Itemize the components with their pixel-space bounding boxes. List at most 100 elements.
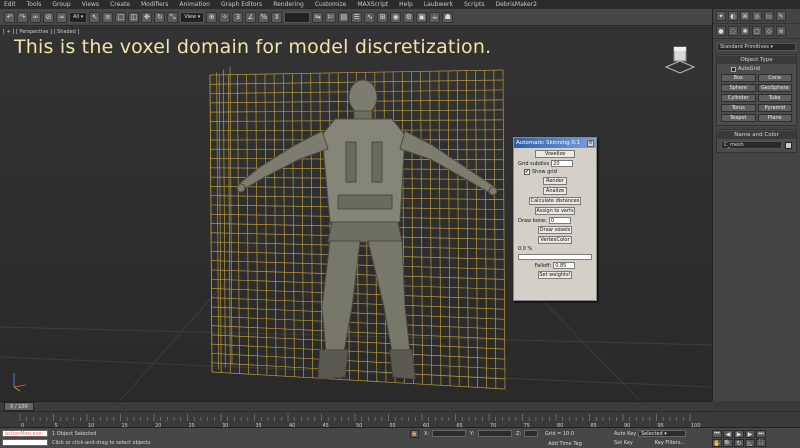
modify-tab[interactable]: ◐ xyxy=(728,11,738,21)
dialog-titlebar[interactable]: Automatic Skinning 0.1 × xyxy=(514,138,596,148)
named-set-dropdown[interactable] xyxy=(284,11,311,23)
menu-item-tools[interactable]: Tools xyxy=(27,1,42,8)
select-name-icon[interactable]: ≡ xyxy=(102,11,114,23)
cameras-icon[interactable]: ▢ xyxy=(752,26,762,36)
render-setup-icon[interactable]: ⚙ xyxy=(403,11,415,23)
create-tab[interactable]: ✦ xyxy=(716,11,726,21)
maxscript-listener-field[interactable]: actionMan.exe xyxy=(2,430,48,437)
schematic-icon[interactable]: ⊞ xyxy=(377,11,389,23)
spinner-snap-icon[interactable]: ⇕ xyxy=(271,11,283,23)
vertex-color-button[interactable]: VertexColor xyxy=(538,236,572,244)
maximize-viewport-icon[interactable]: ⛶ xyxy=(756,439,766,447)
menu-item-laubwerk[interactable]: Laubwerk xyxy=(424,1,453,8)
primitive-sphere-button[interactable]: Sphere xyxy=(721,84,756,92)
lights-icon[interactable]: ✺ xyxy=(740,26,750,36)
pan-icon[interactable]: ✋ xyxy=(712,439,722,447)
pivot-icon[interactable]: ⊕ xyxy=(206,11,218,23)
menu-item-help[interactable]: Help xyxy=(399,1,413,8)
primitive-category-dropdown[interactable]: Standard Primitives ▾ xyxy=(717,43,796,51)
previous-frame-icon[interactable]: ◀ xyxy=(723,430,733,438)
show-grid-checkbox[interactable]: ✔ xyxy=(524,169,530,175)
primitive-teapot-button[interactable]: Teapot xyxy=(721,114,756,122)
automatic-skinning-dialog[interactable]: Automatic Skinning 0.1 × Voxelize Grid s… xyxy=(513,137,597,301)
menu-item-graph-editors[interactable]: Graph Editors xyxy=(221,1,262,8)
menu-item-modifiers[interactable]: Modifiers xyxy=(141,1,168,8)
shapes-icon[interactable]: ◌ xyxy=(728,26,738,36)
menu-item-edit[interactable]: Edit xyxy=(4,1,16,8)
primitive-pyramid-button[interactable]: Pyramid xyxy=(757,104,792,112)
zoom-icon[interactable]: 🔍 xyxy=(723,439,733,447)
menu-item-customize[interactable]: Customize xyxy=(315,1,347,8)
show-grid-row[interactable]: ✔ Show grid xyxy=(518,169,592,175)
motion-tab[interactable]: ◎ xyxy=(752,11,762,21)
y-coord-field[interactable] xyxy=(478,430,512,437)
field-of-view-icon[interactable]: ◺ xyxy=(745,439,755,447)
play-icon[interactable]: ▶ xyxy=(734,430,744,438)
display-tab[interactable]: ▭ xyxy=(764,11,774,21)
assign-to-verts-button[interactable]: Assign to verts xyxy=(535,207,575,215)
redo-icon[interactable]: ↷ xyxy=(17,11,28,23)
helpers-icon[interactable]: ◇ xyxy=(764,26,774,36)
perspective-viewport[interactable]: [ + ] [ Perspective ] [ Shaded ] This is… xyxy=(0,27,712,401)
orbit-icon[interactable]: ↻ xyxy=(734,439,744,447)
bind-icon[interactable]: ≈ xyxy=(56,11,67,23)
render-frame-icon[interactable]: ▣ xyxy=(416,11,428,23)
falloff-spinner[interactable]: 0.85 xyxy=(553,262,576,269)
menu-item-create[interactable]: Create xyxy=(110,1,130,8)
name-color-header[interactable]: Name and Color xyxy=(717,131,796,139)
primitive-plane-button[interactable]: Plane xyxy=(757,114,792,122)
time-slider-thumb[interactable]: 0 / 100 xyxy=(4,402,34,411)
lock-selection-icon[interactable]: 🔒 xyxy=(410,430,419,438)
go-to-start-icon[interactable]: ⏮ xyxy=(712,430,722,438)
primitive-geosphere-button[interactable]: GeoSphere xyxy=(757,84,792,92)
curve-editor-icon[interactable]: ∿ xyxy=(364,11,376,23)
material-editor-icon[interactable]: ◉ xyxy=(390,11,402,23)
link-icon[interactable]: ∞ xyxy=(30,11,41,23)
angle-snap-icon[interactable]: ∠ xyxy=(245,11,257,23)
mirror-icon[interactable]: ⇋ xyxy=(312,11,324,23)
snap-icon[interactable]: 3 xyxy=(232,11,244,23)
close-icon[interactable]: × xyxy=(587,139,594,147)
analize-button[interactable]: Analize xyxy=(543,187,567,195)
rect-select-icon[interactable]: □ xyxy=(115,11,127,23)
percent-snap-icon[interactable]: % xyxy=(258,11,270,23)
selected-dropdown[interactable]: Selected ▾ xyxy=(638,430,686,437)
hierarchy-tab[interactable]: ⌘ xyxy=(740,11,750,21)
menu-item-maxscript[interactable]: MAXScript xyxy=(357,1,388,8)
move-icon[interactable]: ✥ xyxy=(141,11,153,23)
autogrid-row[interactable]: AutoGrid xyxy=(717,66,796,74)
calculate-distances-button[interactable]: Calculate distances xyxy=(529,197,581,205)
object-name-field[interactable]: C_mesh xyxy=(721,141,782,149)
layer-icon[interactable]: ▤ xyxy=(338,11,350,23)
menu-item-scripts[interactable]: Scripts xyxy=(464,1,485,8)
menu-item-rendering[interactable]: Rendering xyxy=(273,1,304,8)
auto-key-label[interactable]: Auto Key xyxy=(614,431,636,437)
primitive-torus-button[interactable]: Torus xyxy=(721,104,756,112)
view-dropdown[interactable]: View ▾ xyxy=(180,11,205,23)
selection-filter-dropdown[interactable]: All ▾ xyxy=(69,11,88,23)
primitive-tube-button[interactable]: Tube xyxy=(757,94,792,102)
render-active-icon[interactable]: ☗ xyxy=(442,11,454,23)
render-button[interactable]: Render xyxy=(543,177,567,185)
select-icon[interactable]: ↖ xyxy=(89,11,101,23)
scene-explorer-icon[interactable]: ☰ xyxy=(351,11,363,23)
scale-icon[interactable]: ⤡ xyxy=(167,11,179,23)
z-coord-field[interactable] xyxy=(524,430,538,437)
menu-item-group[interactable]: Group xyxy=(52,1,70,8)
utilities-tab[interactable]: ✎ xyxy=(776,11,786,21)
track-bar[interactable]: 0 5 10 15 20 25 30 35 40 45 50 55 60 65 70 75 80 85 90 95 10… xyxy=(0,411,800,429)
time-slider[interactable]: 0 / 100 xyxy=(0,401,712,411)
menu-item-views[interactable]: Views xyxy=(82,1,99,8)
set-key-label[interactable]: Set Key xyxy=(614,440,633,446)
x-coord-field[interactable] xyxy=(432,430,466,437)
align-icon[interactable]: ⊨ xyxy=(325,11,337,23)
next-frame-icon[interactable]: ▶ xyxy=(745,430,755,438)
select-manipulate-icon[interactable]: ✧ xyxy=(219,11,231,23)
key-filters-button[interactable]: Key Filters... xyxy=(652,439,688,447)
object-color-swatch[interactable] xyxy=(785,141,792,149)
window-crossing-icon[interactable]: ◫ xyxy=(128,11,140,23)
add-time-tag-button[interactable]: Add Time Tag xyxy=(545,440,585,448)
grid-subdivs-spinner[interactable]: 20 xyxy=(551,160,574,167)
unlink-icon[interactable]: ⊘ xyxy=(43,11,54,23)
voxelize-button[interactable]: Voxelize xyxy=(535,150,575,158)
